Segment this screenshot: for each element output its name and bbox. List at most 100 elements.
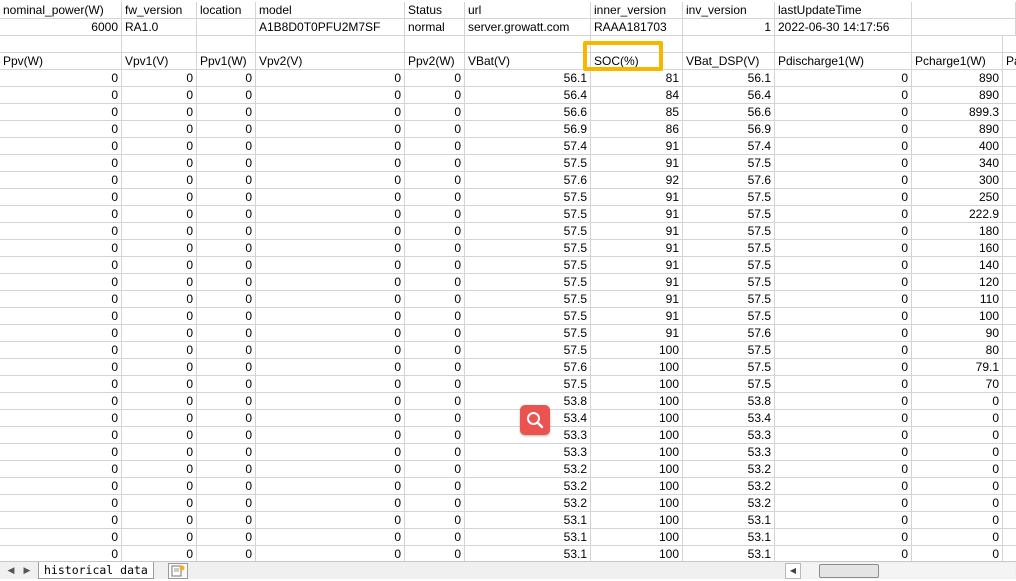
empty-cell[interactable] xyxy=(1003,104,1016,121)
table-cell[interactable]: 0 xyxy=(197,274,256,291)
table-cell[interactable]: 100 xyxy=(591,342,683,359)
table-cell[interactable]: 0 xyxy=(122,104,197,121)
table-cell[interactable]: 0 xyxy=(775,444,912,461)
table-cell[interactable]: 0 xyxy=(122,87,197,104)
table-cell[interactable]: 100 xyxy=(591,427,683,444)
empty-cell[interactable] xyxy=(1003,529,1016,546)
empty-cell[interactable] xyxy=(1003,495,1016,512)
table-cell[interactable]: 340 xyxy=(912,155,1003,172)
table-cell[interactable]: 57.5 xyxy=(683,155,775,172)
table-cell[interactable]: 0 xyxy=(405,291,465,308)
table-cell[interactable]: 92 xyxy=(591,172,683,189)
table-cell[interactable]: 0 xyxy=(197,342,256,359)
empty-cell[interactable] xyxy=(1003,70,1016,87)
horizontal-scrollbar[interactable]: ◀ xyxy=(785,563,1015,579)
table-cell[interactable]: 0 xyxy=(912,478,1003,495)
tab-scroll-left-button[interactable]: ◀ xyxy=(4,564,18,577)
table-cell[interactable]: 0 xyxy=(122,427,197,444)
table-cell[interactable]: 53.4 xyxy=(683,410,775,427)
empty-cell[interactable] xyxy=(775,36,912,53)
table-cell[interactable]: 53.3 xyxy=(465,444,591,461)
table-cell[interactable]: 0 xyxy=(122,291,197,308)
table-cell[interactable]: 0 xyxy=(775,495,912,512)
table-cell[interactable]: 85 xyxy=(591,104,683,121)
table-cell[interactable]: 86 xyxy=(591,121,683,138)
table-cell[interactable]: 0 xyxy=(0,495,122,512)
table-cell[interactable]: 400 xyxy=(912,138,1003,155)
empty-cell[interactable] xyxy=(1003,172,1016,189)
table-cell[interactable]: 100 xyxy=(591,529,683,546)
table-cell[interactable]: 0 xyxy=(912,410,1003,427)
table-cell[interactable]: 0 xyxy=(256,70,405,87)
table-cell[interactable]: 0 xyxy=(405,172,465,189)
table-cell[interactable]: 300 xyxy=(912,172,1003,189)
table-cell[interactable]: 0 xyxy=(775,325,912,342)
table-cell[interactable]: 91 xyxy=(591,189,683,206)
table-cell[interactable]: 0 xyxy=(122,240,197,257)
info-header-cell[interactable]: url xyxy=(465,2,591,19)
table-cell[interactable]: 0 xyxy=(775,478,912,495)
table-cell[interactable]: 0 xyxy=(912,427,1003,444)
empty-cell[interactable] xyxy=(1003,308,1016,325)
table-cell[interactable]: 0 xyxy=(256,546,405,561)
table-cell[interactable]: 0 xyxy=(912,512,1003,529)
empty-cell[interactable] xyxy=(683,36,775,53)
table-cell[interactable]: 0 xyxy=(775,342,912,359)
table-cell[interactable]: 0 xyxy=(912,495,1003,512)
empty-cell[interactable] xyxy=(1003,274,1016,291)
table-cell[interactable]: 57.5 xyxy=(683,342,775,359)
table-cell[interactable]: 56.9 xyxy=(683,121,775,138)
table-cell[interactable]: 57.5 xyxy=(683,223,775,240)
table-cell[interactable]: 57.5 xyxy=(683,189,775,206)
table-cell[interactable]: 0 xyxy=(0,461,122,478)
table-cell[interactable]: 0 xyxy=(405,325,465,342)
table-cell[interactable]: 57.5 xyxy=(465,240,591,257)
table-cell[interactable]: 0 xyxy=(256,138,405,155)
table-cell[interactable]: 0 xyxy=(197,461,256,478)
table-cell[interactable]: 0 xyxy=(122,478,197,495)
table-cell[interactable]: 0 xyxy=(256,461,405,478)
table-cell[interactable]: 0 xyxy=(122,546,197,561)
table-cell[interactable]: 0 xyxy=(405,512,465,529)
table-cell[interactable]: 100 xyxy=(912,308,1003,325)
table-cell[interactable]: 100 xyxy=(591,512,683,529)
empty-cell[interactable] xyxy=(1003,240,1016,257)
table-cell[interactable]: 0 xyxy=(0,87,122,104)
table-cell[interactable]: 0 xyxy=(0,172,122,189)
table-cell[interactable]: 0 xyxy=(0,257,122,274)
table-cell[interactable]: 120 xyxy=(912,274,1003,291)
table-cell[interactable]: 57.5 xyxy=(683,291,775,308)
empty-cell[interactable] xyxy=(405,36,465,53)
table-cell[interactable]: 56.4 xyxy=(683,87,775,104)
table-cell[interactable]: 0 xyxy=(775,87,912,104)
table-cell[interactable]: 0 xyxy=(405,478,465,495)
column-header-cell[interactable]: Vpv2(V) xyxy=(256,53,405,70)
table-cell[interactable]: 0 xyxy=(0,155,122,172)
table-cell[interactable]: 0 xyxy=(405,274,465,291)
table-cell[interactable]: 0 xyxy=(197,138,256,155)
table-cell[interactable]: 53.2 xyxy=(465,461,591,478)
table-cell[interactable]: 0 xyxy=(256,376,405,393)
table-cell[interactable]: 57.5 xyxy=(465,308,591,325)
table-cell[interactable]: 0 xyxy=(912,546,1003,561)
empty-cell[interactable] xyxy=(1003,325,1016,342)
table-cell[interactable]: 0 xyxy=(256,427,405,444)
table-cell[interactable]: 0 xyxy=(775,155,912,172)
info-header-cell[interactable]: nominal_power(W) xyxy=(0,2,122,19)
table-cell[interactable]: 0 xyxy=(122,512,197,529)
table-cell[interactable]: 222.9 xyxy=(912,206,1003,223)
table-cell[interactable]: 0 xyxy=(405,257,465,274)
table-cell[interactable]: 57.5 xyxy=(465,189,591,206)
table-cell[interactable]: 53.2 xyxy=(683,478,775,495)
empty-cell[interactable] xyxy=(912,19,1016,36)
table-cell[interactable]: 890 xyxy=(912,121,1003,138)
table-cell[interactable]: 0 xyxy=(405,427,465,444)
table-cell[interactable]: 0 xyxy=(122,138,197,155)
table-cell[interactable]: 53.3 xyxy=(683,444,775,461)
table-cell[interactable]: 0 xyxy=(0,444,122,461)
empty-cell[interactable] xyxy=(1003,359,1016,376)
table-cell[interactable]: 0 xyxy=(912,393,1003,410)
table-cell[interactable]: 0 xyxy=(256,223,405,240)
empty-cell[interactable] xyxy=(1003,223,1016,240)
table-cell[interactable]: 90 xyxy=(912,325,1003,342)
